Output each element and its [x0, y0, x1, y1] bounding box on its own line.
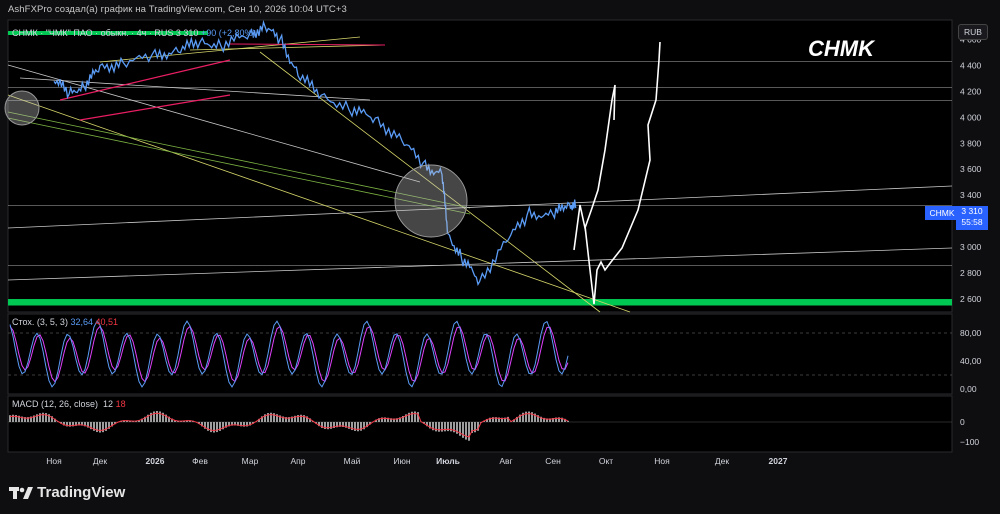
stoch-label: Стох. (3, 5, 3) — [12, 317, 68, 327]
tradingview-logo-icon — [9, 487, 33, 500]
tradingview-watermark[interactable]: TradingView — [9, 484, 125, 501]
main-y-tick-9: 2 800 — [960, 268, 982, 278]
macd-legend[interactable]: MACD (12, 26, close) 12 18 — [12, 399, 126, 409]
macd-label: MACD (12, 26, close) — [12, 399, 99, 409]
stoch-y-tick-2: 0,00 — [960, 384, 977, 394]
x-tick-11: Окт — [599, 456, 613, 466]
highlight-circle-1 — [4, 90, 40, 126]
x-tick-5: Апр — [291, 456, 306, 466]
symbol-legend-text: СНМК · "ЧМК" ПАО · обыкн. · 4ч · RUS — [12, 28, 174, 38]
symbol-change: +90 (+2,80%) — [200, 28, 256, 38]
stoch-y-tick-0: 80,00 — [960, 328, 982, 338]
price-label-box: 3 310 55:58 — [956, 206, 988, 230]
main-y-tick-1: 4 400 — [960, 60, 982, 70]
x-tick-3: Фев — [192, 456, 208, 466]
main-y-tick-4: 3 800 — [960, 138, 982, 148]
x-tick-9: Авг — [499, 456, 512, 466]
main-y-tick-8: 3 000 — [960, 242, 982, 252]
x-tick-0: Ноя — [46, 456, 62, 466]
brand-label: TradingView — [37, 484, 126, 501]
currency-button[interactable]: RUB — [958, 24, 988, 40]
main-y-tick-2: 4 200 — [960, 86, 982, 96]
main-panel — [7, 19, 953, 313]
price-label-name: CHMK — [925, 206, 959, 220]
chart-annotation: CHMK — [808, 36, 876, 61]
x-tick-13: Дек — [715, 456, 729, 466]
stoch-legend[interactable]: Стох. (3, 5, 3) 32,64 40,51 — [12, 317, 118, 327]
x-tick-7: Июн — [393, 456, 410, 466]
symbol-legend[interactable]: СНМК · "ЧМК" ПАО · обыкн. · 4ч · RUS 3 3… — [12, 28, 255, 38]
main-y-tick-3: 4 000 — [960, 112, 982, 122]
main-y-tick-10: 2 600 — [960, 294, 982, 304]
x-tick-10: Сен — [545, 456, 561, 466]
tradingview-chart-frame: AshFXPro создал(а) график на TradingView… — [0, 0, 1000, 514]
highlight-circle-2 — [394, 164, 468, 238]
chart-canvas[interactable]: 4 6004 4004 2004 0003 8003 6003 4003 200… — [0, 0, 1000, 514]
x-tick-1: Дек — [93, 456, 107, 466]
stoch-panel — [7, 313, 953, 395]
x-tick-4: Мар — [242, 456, 259, 466]
symbol-last: 3 310 — [175, 28, 199, 38]
price-label-countdown: 55:58 — [961, 217, 983, 227]
stoch-d-value: 40,51 — [95, 317, 119, 327]
support-zone — [8, 299, 952, 306]
stoch-y-tick-1: 40,00 — [960, 356, 982, 366]
x-tick-2: 2026 — [146, 456, 165, 466]
x-tick-12: Ноя — [654, 456, 670, 466]
x-tick-8: Июль — [436, 456, 460, 466]
stoch-k-value: 32,64 — [70, 317, 93, 327]
macd-y-tick-1: −100 — [960, 437, 979, 447]
macd-signal-value: 18 — [115, 399, 126, 409]
macd-y-tick-0: 0 — [960, 417, 965, 427]
main-y-tick-6: 3 400 — [960, 190, 982, 200]
macd-value: 12 — [103, 399, 114, 409]
x-tick-6: Май — [344, 456, 361, 466]
x-tick-14: 2027 — [769, 456, 788, 466]
price-label-value: 3 310 — [961, 206, 983, 216]
main-y-tick-5: 3 600 — [960, 164, 982, 174]
